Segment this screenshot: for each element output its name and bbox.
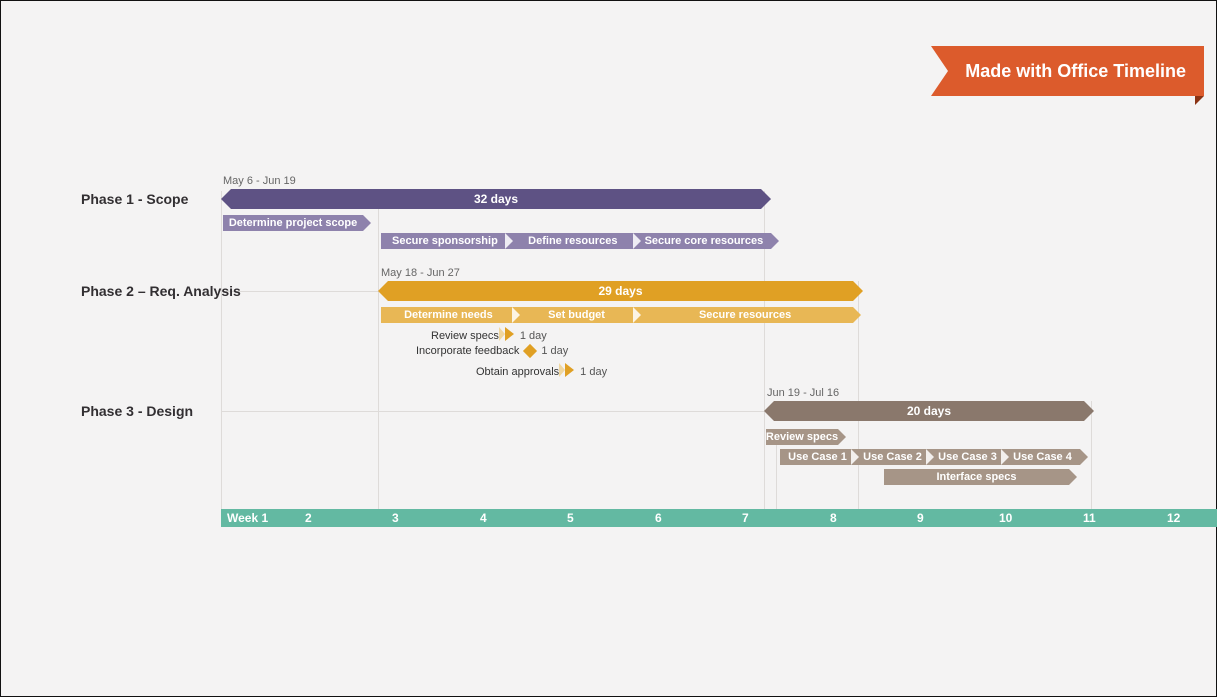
phase-3-daterange: Jun 19 - Jul 16 [767,387,839,399]
milestone-duration: 1 day [520,330,547,342]
phase-1-label: Phase 1 - Scope [81,191,241,207]
arrow-right-icon [771,233,779,249]
arrow-right-icon [853,281,863,301]
task-bar: Use Case 2 [855,449,930,465]
task-bar: Secure sponsorship [381,233,509,249]
task-label: Set budget [548,309,605,321]
week-label: 4 [480,509,487,527]
arrow-left-icon [764,401,774,421]
task-label: Secure resources [699,309,791,321]
task-label: Interface specs [936,471,1016,483]
week-label: Week 1 [227,509,268,527]
week-label: 11 [1083,509,1096,527]
task-label: Use Case 3 [938,451,997,463]
milestone-duration: 1 day [580,366,607,378]
task-segments: Use Case 1 Use Case 2 Use Case 3 Use Cas… [780,449,1080,465]
milestone-label: Review specs [431,330,499,342]
week-label: 12 [1167,509,1180,527]
milestone-label: Incorporate feedback [416,345,519,357]
arrow-left-icon [378,281,388,301]
week-label: 2 [305,509,312,527]
arrow-right-icon [363,215,371,231]
week-label: 6 [655,509,662,527]
milestone: Incorporate feedback 1 day [416,345,568,357]
task-label: Secure core resources [645,235,764,247]
slide: Made with Office Timeline Phase 1 - Scop… [0,0,1217,697]
arrow-right-icon [838,429,846,445]
phase-2-label: Phase 2 – Req. Analysis [81,283,241,299]
made-with-ribbon: Made with Office Timeline [931,46,1204,96]
phase-2-bar: 29 days [388,281,853,301]
week-label: 10 [999,509,1012,527]
task-bar: Interface specs [884,469,1069,485]
task-label: Define resources [528,235,617,247]
phase-3-duration: 20 days [907,404,951,418]
arrow-right-icon [1069,469,1077,485]
phase-1-daterange: May 6 - Jun 19 [223,175,296,187]
week-label: 9 [917,509,924,527]
task-label: Secure sponsorship [392,235,498,247]
task-segments: Determine needs Set budget Secure resour… [381,307,853,323]
ribbon-label: Made with Office Timeline [965,61,1186,82]
arrow-left-icon [221,189,231,209]
task-bar: Secure core resources [637,233,771,249]
task-label: Use Case 4 [1013,451,1072,463]
arrow-right-icon [1080,449,1088,465]
task-label: Use Case 2 [863,451,922,463]
phase-1-bar: 32 days [231,189,761,209]
task-label: Review specs [766,431,838,443]
phase-2-daterange: May 18 - Jun 27 [381,267,460,279]
task-label: Use Case 1 [788,451,847,463]
task-label: Determine project scope [229,217,357,229]
milestone-label: Obtain approvals [476,366,559,378]
task-label: Determine needs [404,309,493,321]
task-bar: Use Case 1 [780,449,855,465]
task-bar: Use Case 3 [930,449,1005,465]
guide-line [221,191,222,509]
chevron-icon [505,327,514,341]
diamond-icon [523,344,537,358]
task-bar: Define resources [509,233,637,249]
week-axis: Week 1 2 3 4 5 6 7 8 9 10 11 12 [221,509,1217,527]
week-label: 8 [830,509,837,527]
chevron-icon [565,363,574,377]
week-label: 5 [567,509,574,527]
arrow-right-icon [853,307,861,323]
task-bar: Use Case 4 [1005,449,1080,465]
task-segments: Secure sponsorship Define resources Secu… [381,233,771,249]
guide-line [378,191,379,509]
arrow-right-icon [761,189,771,209]
phase-3-bar: 20 days [774,401,1084,421]
milestone: Obtain approvals 1 day [476,363,607,380]
phase-1-duration: 32 days [474,192,518,206]
task-bar: Determine needs [381,307,516,323]
task-bar: Set budget [516,307,637,323]
arrow-right-icon [1084,401,1094,421]
task-bar: Determine project scope [223,215,363,231]
week-label: 7 [742,509,749,527]
phase-2-duration: 29 days [598,284,642,298]
milestone-duration: 1 day [541,345,568,357]
task-bar: Secure resources [637,307,853,323]
task-bar: Review specs [766,429,838,445]
week-label: 3 [392,509,399,527]
milestone: Review specs 1 day [431,327,547,344]
phase-3-label: Phase 3 - Design [81,403,241,419]
